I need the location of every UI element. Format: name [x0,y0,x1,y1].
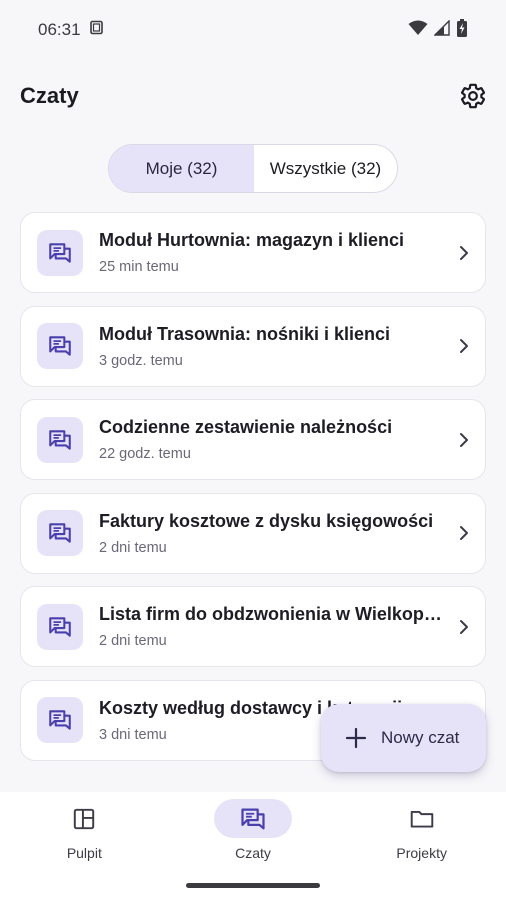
chat-icon [49,336,71,356]
chat-icon [49,617,71,637]
chevron-right-icon [447,525,469,541]
chat-timestamp: 2 dni temu [99,539,167,556]
status-time: 06:31 [38,20,81,39]
chat-filter-tabs: Moje (32) Wszystkie (32) [108,144,398,193]
chat-text: Lista firm do obdzwonienia w Wielkopolsc… [99,604,447,649]
chat-list: Moduł Hurtownia: magazyn i klienci 25 min… [20,212,486,774]
chat-timestamp: 22 godz. temu [99,446,191,463]
plus-icon [345,727,367,749]
nav-label-projekty: Projekty [396,845,447,861]
gesture-handle[interactable] [186,883,320,888]
page-title: Czaty [20,83,79,108]
chat-icon [49,429,71,450]
chevron-right-icon [447,245,469,261]
chat-avatar [37,416,83,463]
chat-list-item[interactable]: Moduł Hurtownia: magazyn i klienci 25 min… [20,212,486,293]
chat-avatar [37,323,83,370]
chat-icon [49,710,71,731]
nav-pill [45,799,123,838]
nav-label-pulpit: Pulpit [66,845,102,861]
new-chat-button[interactable]: Nowy czat [321,704,486,772]
status-right [408,18,468,42]
nav-item-projekty[interactable]: Projekty [337,792,506,900]
folder-icon [410,810,433,828]
tab-my-chats[interactable]: Moje (32) [109,145,254,192]
dashboard-icon [74,808,95,829]
chat-icon [49,242,71,263]
app-header: Czaty [0,72,506,120]
chevron-right-icon [447,619,469,635]
chevron-right-icon [447,432,469,448]
chat-title: Codzienne zestawienie należności [99,417,393,438]
chat-icon [241,808,265,829]
status-bar: 06:31 [0,0,506,60]
signal-icon [433,18,450,41]
nav-pill-active [214,799,292,838]
chat-timestamp: 3 godz. temu [99,352,183,369]
chat-text: Moduł Hurtownia: magazyn i klienci 25 min… [99,230,447,275]
settings-button[interactable] [458,81,488,111]
chat-list-item[interactable]: Codzienne zestawienie należności 22 godz.… [20,399,486,481]
battery-charging-icon [456,18,468,42]
chat-avatar [37,229,83,276]
chat-timestamp: 25 min temu [99,259,179,275]
chat-title: Lista firm do obdzwonienia w Wielkopolsc… [99,604,447,625]
chat-text: Codzienne zestawienie należności 22 godz.… [99,417,447,462]
chat-text: Faktury kosztowe z dysku księgowości 2 dn… [99,511,447,556]
gear-icon [461,83,485,109]
chat-title: Moduł Hurtownia: magazyn i klienci [99,230,405,250]
chat-title: Moduł Trasownia: nośniki i klienci [99,323,391,344]
tab-all-chats[interactable]: Wszystkie (32) [254,145,397,192]
chat-avatar [37,697,83,744]
chat-list-item[interactable]: Moduł Trasownia: nośniki i klienci 3 godz… [20,305,486,387]
screenshot-notification-icon [89,20,105,41]
new-chat-label: Nowy czat [381,728,460,747]
chat-title: Faktury kosztowe z dysku księgowości [99,510,434,531]
nav-pill [383,799,461,838]
chat-list-item[interactable]: Lista firm do obdzwonienia w Wielkopolsc… [20,586,486,668]
chat-avatar [37,603,83,650]
chat-avatar [37,510,83,557]
wifi-icon [408,20,428,41]
nav-label-czaty: Czaty [235,845,271,861]
nav-item-pulpit[interactable]: Pulpit [0,792,169,900]
chat-list-item[interactable]: Faktury kosztowe z dysku księgowości 2 dn… [20,492,486,574]
chat-icon [49,523,71,543]
chevron-right-icon [447,338,469,354]
chat-text: Moduł Trasownia: nośniki i klienci 3 godz… [99,324,447,369]
status-left: 06:31 [38,20,105,41]
chat-timestamp: 2 dni temu [99,633,167,650]
